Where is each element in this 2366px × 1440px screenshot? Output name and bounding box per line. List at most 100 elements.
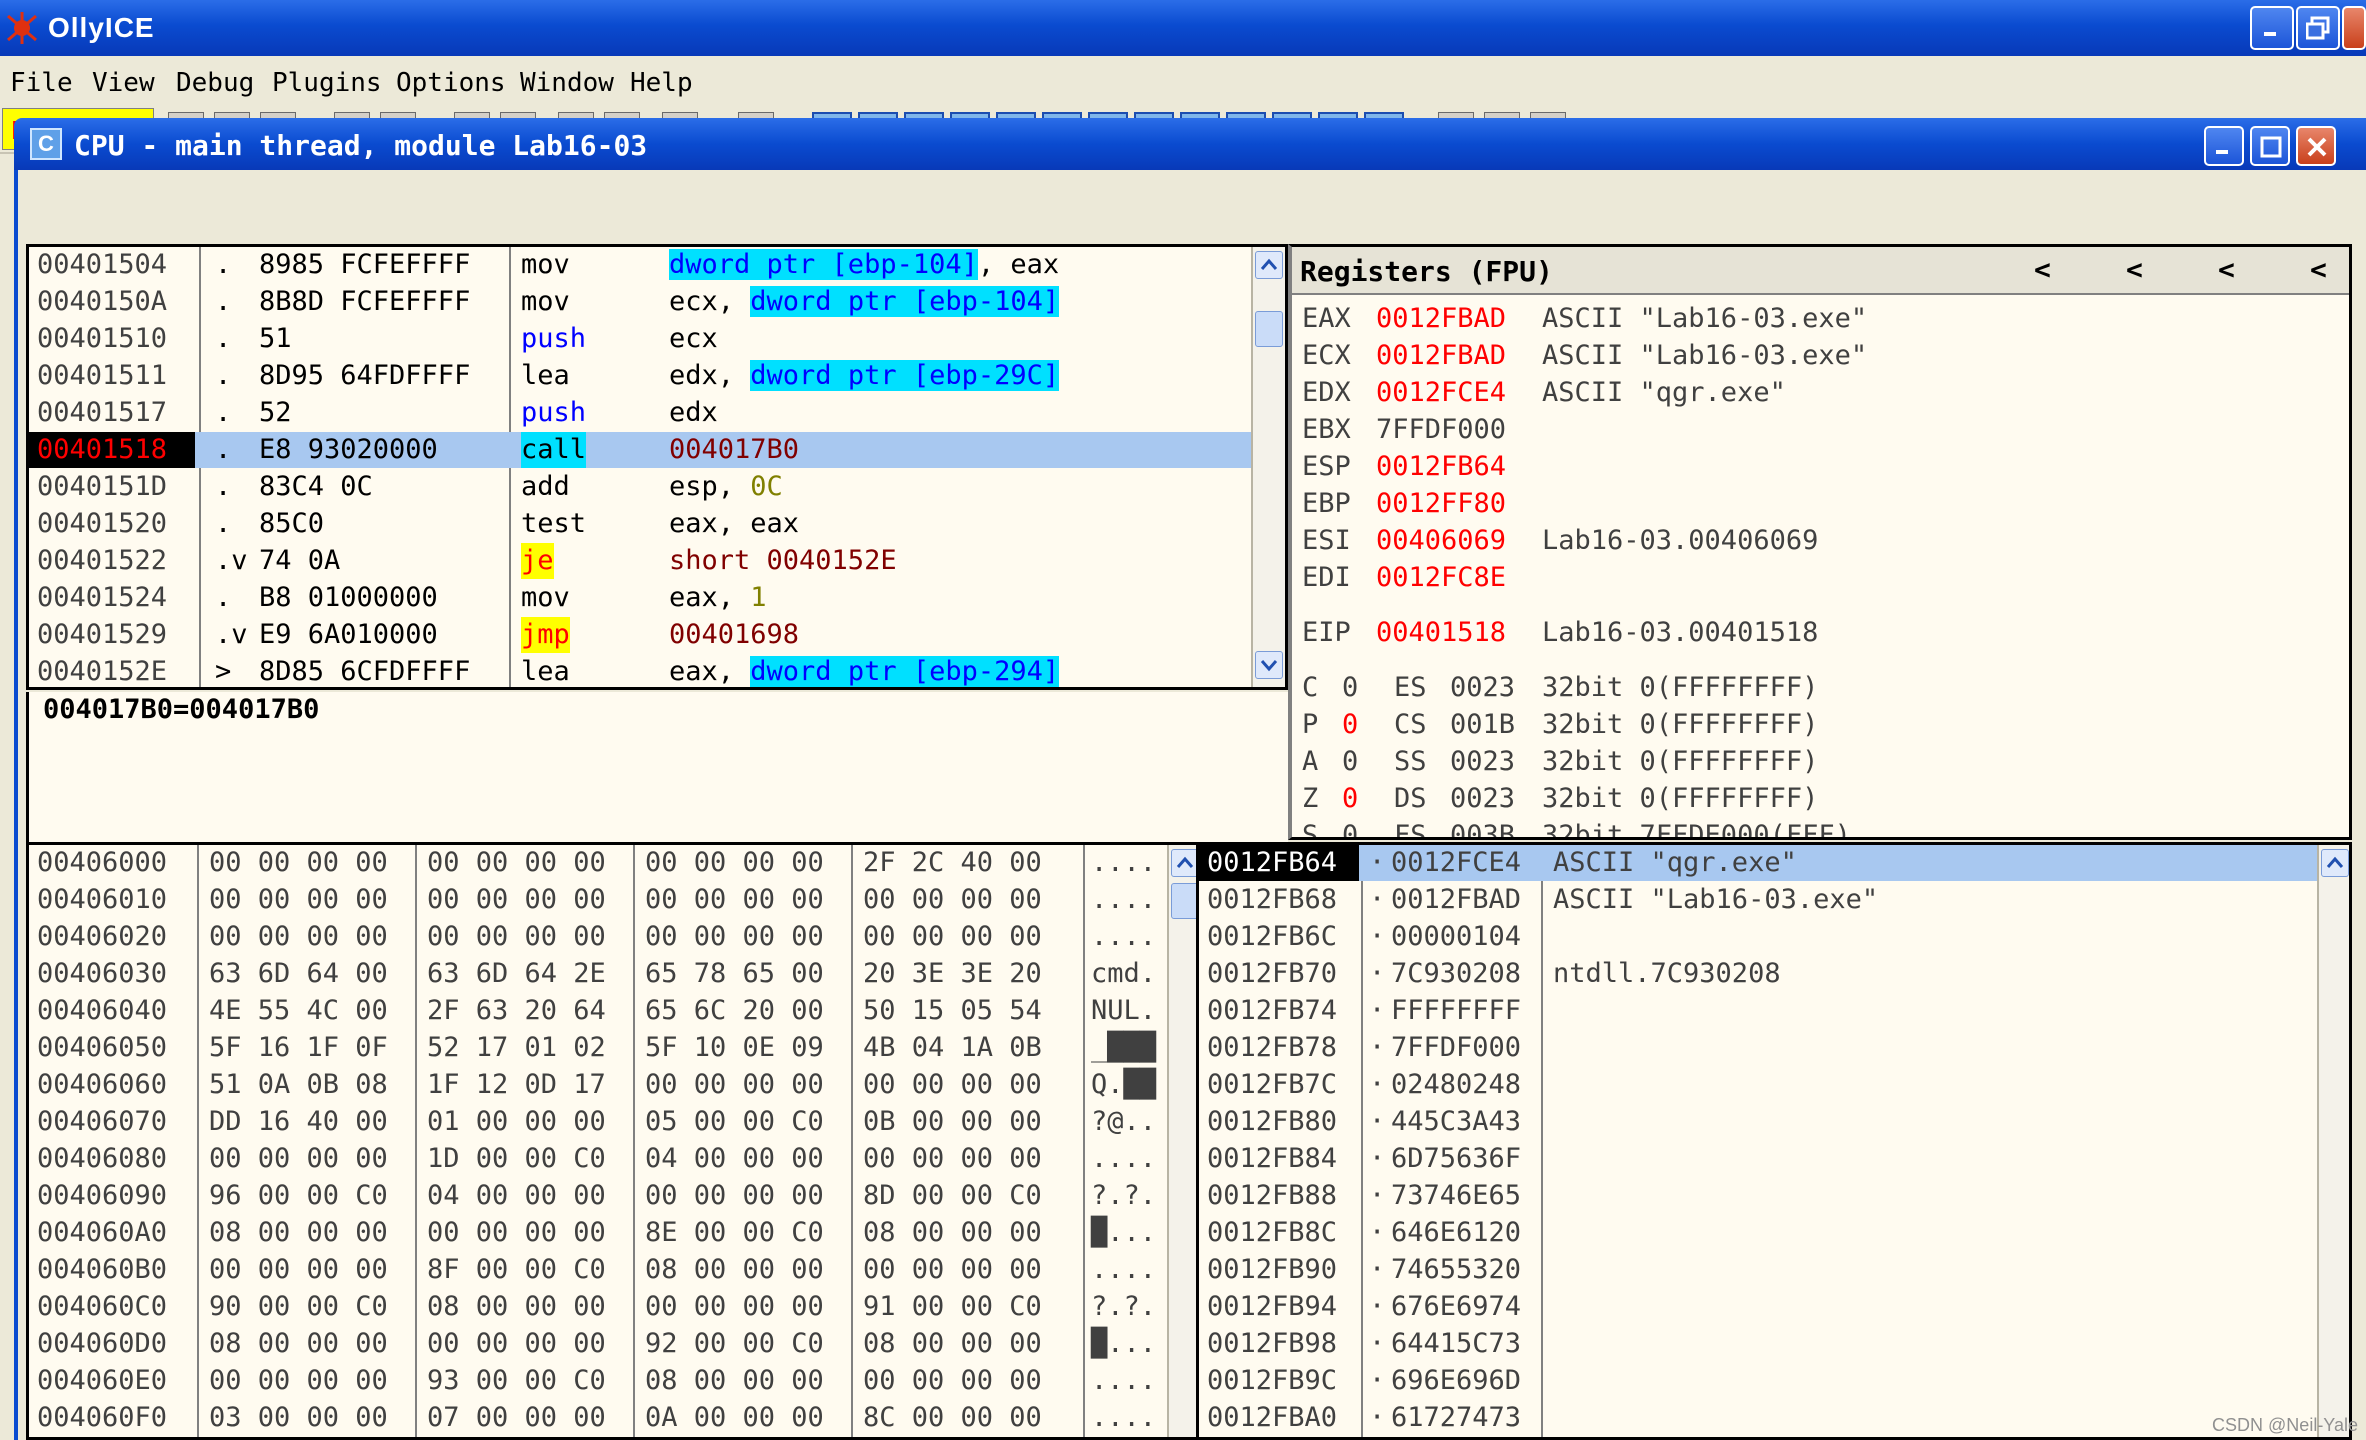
disasm-row[interactable]: 0040150A. 8B8D FCFEFFFF mov ecx, dword ptr … — [29, 284, 1251, 320]
scroll-thumb[interactable] — [1171, 883, 1199, 919]
stack-pane[interactable]: 0012FB64 · 0012FCE4 ASCII "qgr.exe" 0012FB68… — [1196, 842, 2352, 1440]
stack-dot: · — [1369, 1032, 1386, 1063]
memory-dump-pane[interactable]: 00406000 00 00 00 00 00 00 00 00 00 00 00 0… — [26, 842, 1204, 1440]
disasm-row[interactable]: 00401510. 51 push ecx — [29, 321, 1251, 357]
menu-window[interactable]: Window — [520, 68, 614, 98]
stack-value: 02480248 — [1391, 1069, 1522, 1100]
stack-row[interactable]: 0012FB84 · 6D75636F — [1199, 1141, 2317, 1177]
chevron-left-icon[interactable]: < — [2310, 253, 2327, 286]
stack-row[interactable]: 0012FB8C · 646E6120 — [1199, 1215, 2317, 1251]
register-name: ECX — [1302, 340, 1351, 371]
dump-ascii: █... — [1091, 1217, 1157, 1248]
operand-part: 1 — [750, 582, 767, 613]
disasm-row[interactable]: 00401522 .v 74 0A je short 0040152E — [29, 543, 1251, 579]
operand-part: 004017B0 — [669, 434, 800, 465]
operand-part: eax, eax — [669, 508, 800, 539]
operand-part: dword ptr [ebp-29C] — [750, 360, 1060, 391]
disasm-address: 0040150A — [37, 286, 168, 317]
cpu-window-title: CPU - main thread, module Lab16-03 — [74, 129, 648, 162]
disasm-row[interactable]: 00401511. 8D95 64FDFFFF lea edx, dword ptr … — [29, 358, 1251, 394]
stack-row[interactable]: 0012FB80 · 445C3A43 — [1199, 1104, 2317, 1140]
menu-view[interactable]: View — [92, 68, 155, 98]
dump-hex-group: DD 16 40 00 — [209, 1106, 388, 1137]
disasm-marker: . — [215, 286, 232, 317]
stack-row[interactable]: 0012FB78 · 7FFDF000 — [1199, 1030, 2317, 1066]
dump-hex-group: 92 00 00 C0 — [645, 1328, 824, 1359]
app-title: OllyICE — [48, 12, 155, 43]
disasm-address: 00401504 — [37, 249, 168, 280]
disasm-row[interactable]: 00401524. B8 01000000 mov eax, 1 — [29, 580, 1251, 616]
scroll-up-arrow[interactable] — [2321, 849, 2349, 877]
stack-row[interactable]: 0012FB70 · 7C930208 ntdll.7C930208 — [1199, 956, 2317, 992]
menu-debug[interactable]: Debug — [176, 68, 254, 98]
stack-address: 0012FB84 — [1207, 1143, 1338, 1174]
chevron-left-icon[interactable]: < — [2218, 253, 2235, 286]
stack-value: 696E696D — [1391, 1365, 1522, 1396]
stack-scrollbar[interactable] — [2317, 845, 2349, 1437]
dump-hex-group: 2F 63 20 64 — [427, 995, 606, 1026]
disasm-row[interactable]: 00401520. 85C0 test eax, eax — [29, 506, 1251, 542]
dump-hex-group: 65 78 65 00 — [645, 958, 824, 989]
menu-help[interactable]: Help — [630, 68, 693, 98]
stack-row[interactable]: 0012FBA0 · 61727473 — [1199, 1400, 2317, 1436]
cpu-maximize-button[interactable] — [2250, 126, 2290, 166]
dump-address: 00406060 — [37, 1069, 168, 1100]
maximize-button[interactable] — [2296, 6, 2340, 50]
stack-row[interactable]: 0012FB64 · 0012FCE4 ASCII "qgr.exe" — [1199, 845, 2317, 881]
operand-part: dword ptr [ebp-104] — [750, 286, 1060, 317]
disasm-row[interactable]: 00401529 .v E9 6A010000 jmp 00401698 — [29, 617, 1251, 653]
stack-dot: · — [1369, 847, 1386, 878]
dump-hex-group: 08 00 00 00 — [209, 1217, 388, 1248]
dump-address: 004060C0 — [37, 1291, 168, 1322]
operand-part: 00401698 — [669, 619, 800, 650]
stack-row[interactable]: 0012FB68 · 0012FBAD ASCII "Lab16-03.exe" — [1199, 882, 2317, 918]
stack-value: 61727473 — [1391, 1402, 1522, 1433]
disasm-operands: 004017B0 — [669, 432, 799, 468]
dump-ascii: ?.?. — [1091, 1291, 1157, 1322]
minimize-button[interactable] — [2250, 6, 2294, 50]
stack-address: 0012FB94 — [1207, 1291, 1338, 1322]
stack-dot: · — [1369, 1069, 1386, 1100]
cpu-close-button[interactable] — [2296, 126, 2336, 166]
disassembly-pane[interactable]: 00401504. 8985 FCFEFFFF mov dword ptr [ebp-… — [26, 244, 1288, 690]
menu-plugins[interactable]: Plugins — [272, 68, 382, 98]
dump-hex-group: 00 00 00 00 — [645, 884, 824, 915]
disasm-row[interactable]: 00401517. 52 push edx — [29, 395, 1251, 431]
menu-file[interactable]: File — [10, 68, 73, 98]
scroll-thumb[interactable] — [1255, 311, 1283, 347]
chevron-left-icon[interactable]: < — [2034, 253, 2051, 286]
stack-row[interactable]: 0012FB6C · 00000104 — [1199, 919, 2317, 955]
stack-dot: · — [1369, 1291, 1386, 1322]
chevron-left-icon[interactable]: < — [2126, 253, 2143, 286]
stack-row[interactable]: 0012FB9C · 696E696D — [1199, 1363, 2317, 1399]
disasm-row[interactable]: 0040151D. 83C4 0C add esp, 0C — [29, 469, 1251, 505]
dump-ascii: ?@.. — [1091, 1106, 1157, 1137]
stack-address: 0012FB78 — [1207, 1032, 1338, 1063]
scroll-down-arrow[interactable] — [1255, 651, 1283, 679]
minimize-icon — [2264, 32, 2276, 36]
disassembly-scrollbar[interactable] — [1251, 247, 1285, 687]
cpu-window-title-bar: C CPU - main thread, module Lab16-03 — [14, 118, 2366, 170]
stack-row[interactable]: 0012FB7C · 02480248 — [1199, 1067, 2317, 1103]
cpu-minimize-button[interactable] — [2204, 126, 2244, 166]
menu-options[interactable]: Options — [396, 68, 506, 98]
scroll-up-arrow[interactable] — [1255, 251, 1283, 279]
stack-row[interactable]: 0012FB74 · FFFFFFFF — [1199, 993, 2317, 1029]
stack-row[interactable]: 0012FB98 · 64415C73 — [1199, 1326, 2317, 1362]
stack-row[interactable]: 0012FB90 · 74655320 — [1199, 1252, 2317, 1288]
disasm-row[interactable]: 0040152E >8D85 6CFDFFFF lea eax, dword ptr … — [29, 654, 1251, 687]
scroll-up-arrow[interactable] — [1171, 849, 1199, 877]
stack-row[interactable]: 0012FB88 · 73746E65 — [1199, 1178, 2317, 1214]
stack-comment: ASCII "qgr.exe" — [1553, 847, 1797, 878]
stack-value: 64415C73 — [1391, 1328, 1522, 1359]
disasm-marker: . — [215, 471, 232, 502]
disasm-row[interactable]: 00401504. 8985 FCFEFFFF mov dword ptr [ebp-… — [29, 247, 1251, 283]
flag-value: 0 — [1342, 672, 1359, 703]
stack-row[interactable]: 0012FB94 · 676E6974 — [1199, 1289, 2317, 1325]
registers-pane[interactable]: Registers (FPU) < < < < EAX 0012FBAD ASCII… — [1288, 244, 2352, 840]
dump-hex-group: 00 00 00 00 — [427, 1328, 606, 1359]
close-button[interactable] — [2342, 6, 2366, 50]
restore-icon — [2306, 16, 2330, 40]
stack-dot: · — [1369, 1106, 1386, 1137]
disasm-row[interactable]: 00401518. E8 93020000 call 004017B0 — [29, 432, 1251, 468]
